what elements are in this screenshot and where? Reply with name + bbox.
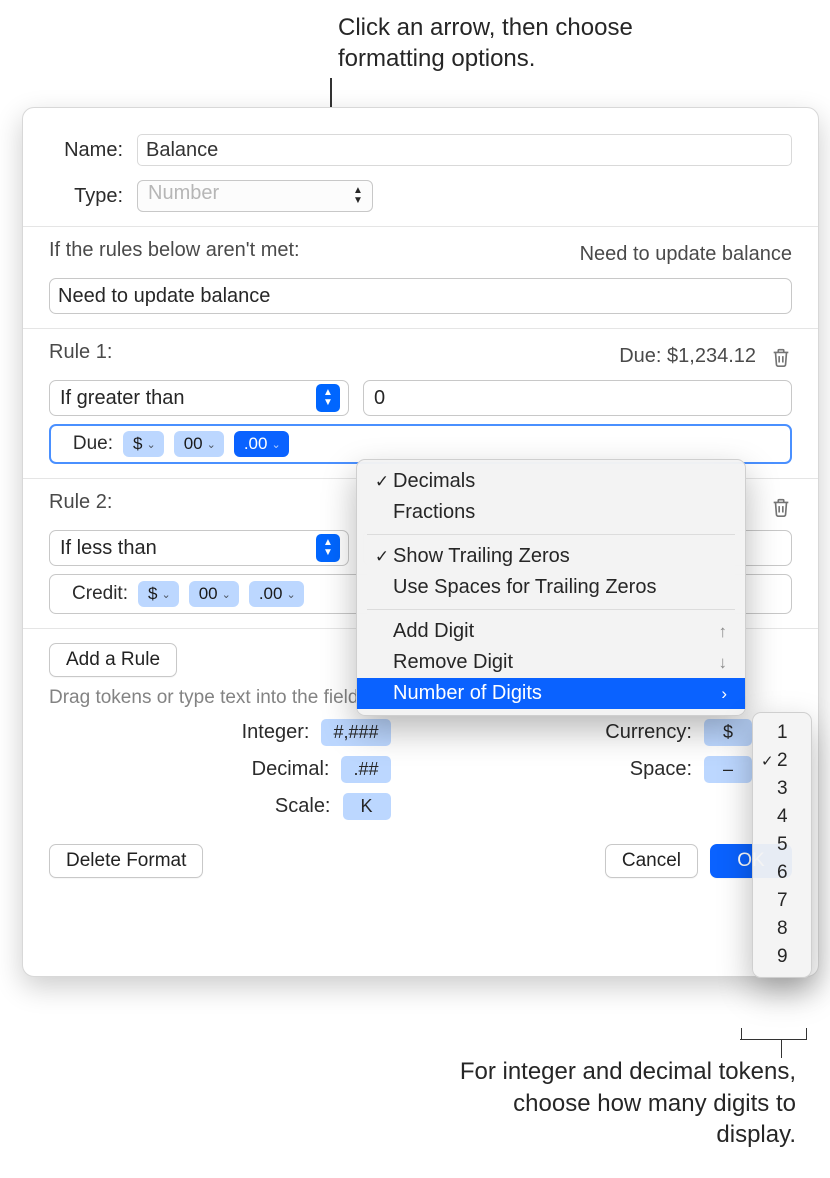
integer-token-label: Integer: <box>242 721 310 744</box>
trash-icon[interactable] <box>770 345 792 369</box>
check-icon: ✓ <box>371 547 393 567</box>
callout-top: Click an arrow, then choose formatting o… <box>338 12 698 74</box>
name-field[interactable] <box>137 134 792 166</box>
chevron-updown-icon: ▲▼ <box>347 183 369 209</box>
submenu-item-7[interactable]: 7 <box>753 887 811 915</box>
scale-token-drag[interactable]: K <box>343 793 391 820</box>
chevron-updown-icon: ▲▼ <box>316 384 340 412</box>
type-select[interactable]: Number <box>137 180 373 212</box>
name-label: Name: <box>49 139 137 162</box>
currency-token[interactable]: $⌄ <box>123 431 164 457</box>
chevron-down-icon: ⌄ <box>222 588 231 601</box>
currency-token[interactable]: $⌄ <box>138 581 179 607</box>
check-icon: ✓ <box>371 472 393 492</box>
menu-fractions[interactable]: Fractions <box>357 497 745 528</box>
integer-token[interactable]: 00⌄ <box>189 581 239 607</box>
rule1-condition-label: If greater than <box>60 387 185 410</box>
chevron-down-icon: ⌄ <box>146 438 155 451</box>
menu-item-label: Add Digit <box>393 620 474 643</box>
decimal-token[interactable]: .00⌄ <box>234 431 289 457</box>
rule1-title: Rule 1: <box>49 341 112 364</box>
submenu-item-label: 4 <box>777 806 788 828</box>
menu-item-label: Number of Digits <box>393 682 542 705</box>
integer-token[interactable]: 00⌄ <box>174 431 224 457</box>
rule1-format-bar[interactable]: Due: $⌄ 00⌄ .00⌄ <box>49 424 792 464</box>
chevron-updown-icon: ▲▼ <box>316 534 340 562</box>
rule2-prefix: Credit: <box>58 583 128 605</box>
type-label: Type: <box>49 185 137 208</box>
chevron-right-icon: › <box>721 684 727 704</box>
rule2-title: Rule 2: <box>49 491 112 514</box>
decimal-token-drag[interactable]: .## <box>341 756 390 783</box>
menu-remove-digit[interactable]: Remove Digit ↓ <box>357 647 745 678</box>
fallback-preview: Need to update balance <box>580 243 792 266</box>
menu-item-label: Decimals <box>393 470 475 493</box>
submenu-item-4[interactable]: 4 <box>753 803 811 831</box>
number-of-digits-submenu: 1✓23456789 <box>752 712 812 978</box>
rule2-condition-label: If less than <box>60 537 157 560</box>
menu-add-digit[interactable]: Add Digit ↑ <box>357 616 745 647</box>
submenu-item-3[interactable]: 3 <box>753 775 811 803</box>
chevron-down-icon: ⌄ <box>286 588 295 601</box>
fallback-format-text[interactable]: Need to update balance <box>58 285 270 308</box>
rule1-condition-select[interactable]: If greater than ▲▼ <box>49 380 349 416</box>
fallback-title: If the rules below aren't met: <box>49 239 300 262</box>
submenu-item-label: 8 <box>777 918 788 940</box>
delete-format-button[interactable]: Delete Format <box>49 844 203 878</box>
submenu-item-6[interactable]: 6 <box>753 859 811 887</box>
submenu-item-label: 5 <box>777 834 788 856</box>
menu-item-label: Remove Digit <box>393 651 513 674</box>
submenu-item-label: 9 <box>777 946 788 968</box>
chevron-down-icon: ⌄ <box>207 438 216 451</box>
rule1-preview: Due: $1,234.12 <box>619 345 756 368</box>
menu-use-spaces-trailing-zeros[interactable]: Use Spaces for Trailing Zeros <box>357 572 745 603</box>
callout-leader <box>806 1028 808 1040</box>
submenu-item-label: 1 <box>777 722 788 744</box>
decimal-token-menu: ✓ Decimals Fractions ✓ Show Trailing Zer… <box>356 459 746 716</box>
rule1-threshold-field[interactable]: 0 <box>363 380 792 416</box>
menu-show-trailing-zeros[interactable]: ✓ Show Trailing Zeros <box>357 541 745 572</box>
menu-number-of-digits[interactable]: Number of Digits › <box>357 678 745 709</box>
submenu-item-1[interactable]: 1 <box>753 719 811 747</box>
space-token-drag[interactable]: – <box>704 756 752 783</box>
rule1-prefix: Due: <box>59 433 113 455</box>
submenu-item-label: 3 <box>777 778 788 800</box>
check-icon: ✓ <box>761 752 777 770</box>
chevron-down-icon: ⌄ <box>271 438 280 451</box>
menu-decimals[interactable]: ✓ Decimals <box>357 466 745 497</box>
callout-leader <box>741 1028 743 1040</box>
menu-item-label: Fractions <box>393 501 475 524</box>
chevron-down-icon: ⌄ <box>161 588 170 601</box>
menu-item-label: Show Trailing Zeros <box>393 545 570 568</box>
callout-leader <box>781 1040 783 1058</box>
scale-token-label: Scale: <box>275 795 331 818</box>
submenu-item-2[interactable]: ✓2 <box>753 747 811 775</box>
submenu-item-label: 2 <box>777 750 788 772</box>
rule1-threshold-value: 0 <box>374 387 385 410</box>
integer-token-drag[interactable]: #,### <box>321 719 390 746</box>
trash-icon[interactable] <box>770 495 792 519</box>
submenu-item-label: 6 <box>777 862 788 884</box>
callout-leader <box>740 1039 806 1041</box>
rule2-condition-select[interactable]: If less than ▲▼ <box>49 530 349 566</box>
decimal-token-label: Decimal: <box>252 758 330 781</box>
callout-bottom: For integer and decimal tokens, choose h… <box>456 1056 796 1150</box>
cancel-button[interactable]: Cancel <box>605 844 698 878</box>
arrow-down-icon: ↓ <box>719 653 728 673</box>
submenu-item-5[interactable]: 5 <box>753 831 811 859</box>
currency-token-label: Currency: <box>605 721 692 744</box>
arrow-up-icon: ↑ <box>719 622 728 642</box>
submenu-item-label: 7 <box>777 890 788 912</box>
menu-item-label: Use Spaces for Trailing Zeros <box>393 576 656 599</box>
space-token-label: Space: <box>630 758 692 781</box>
add-rule-button[interactable]: Add a Rule <box>49 643 177 677</box>
submenu-item-9[interactable]: 9 <box>753 943 811 971</box>
submenu-item-8[interactable]: 8 <box>753 915 811 943</box>
currency-token-drag[interactable]: $ <box>704 719 752 746</box>
decimal-token[interactable]: .00⌄ <box>249 581 304 607</box>
